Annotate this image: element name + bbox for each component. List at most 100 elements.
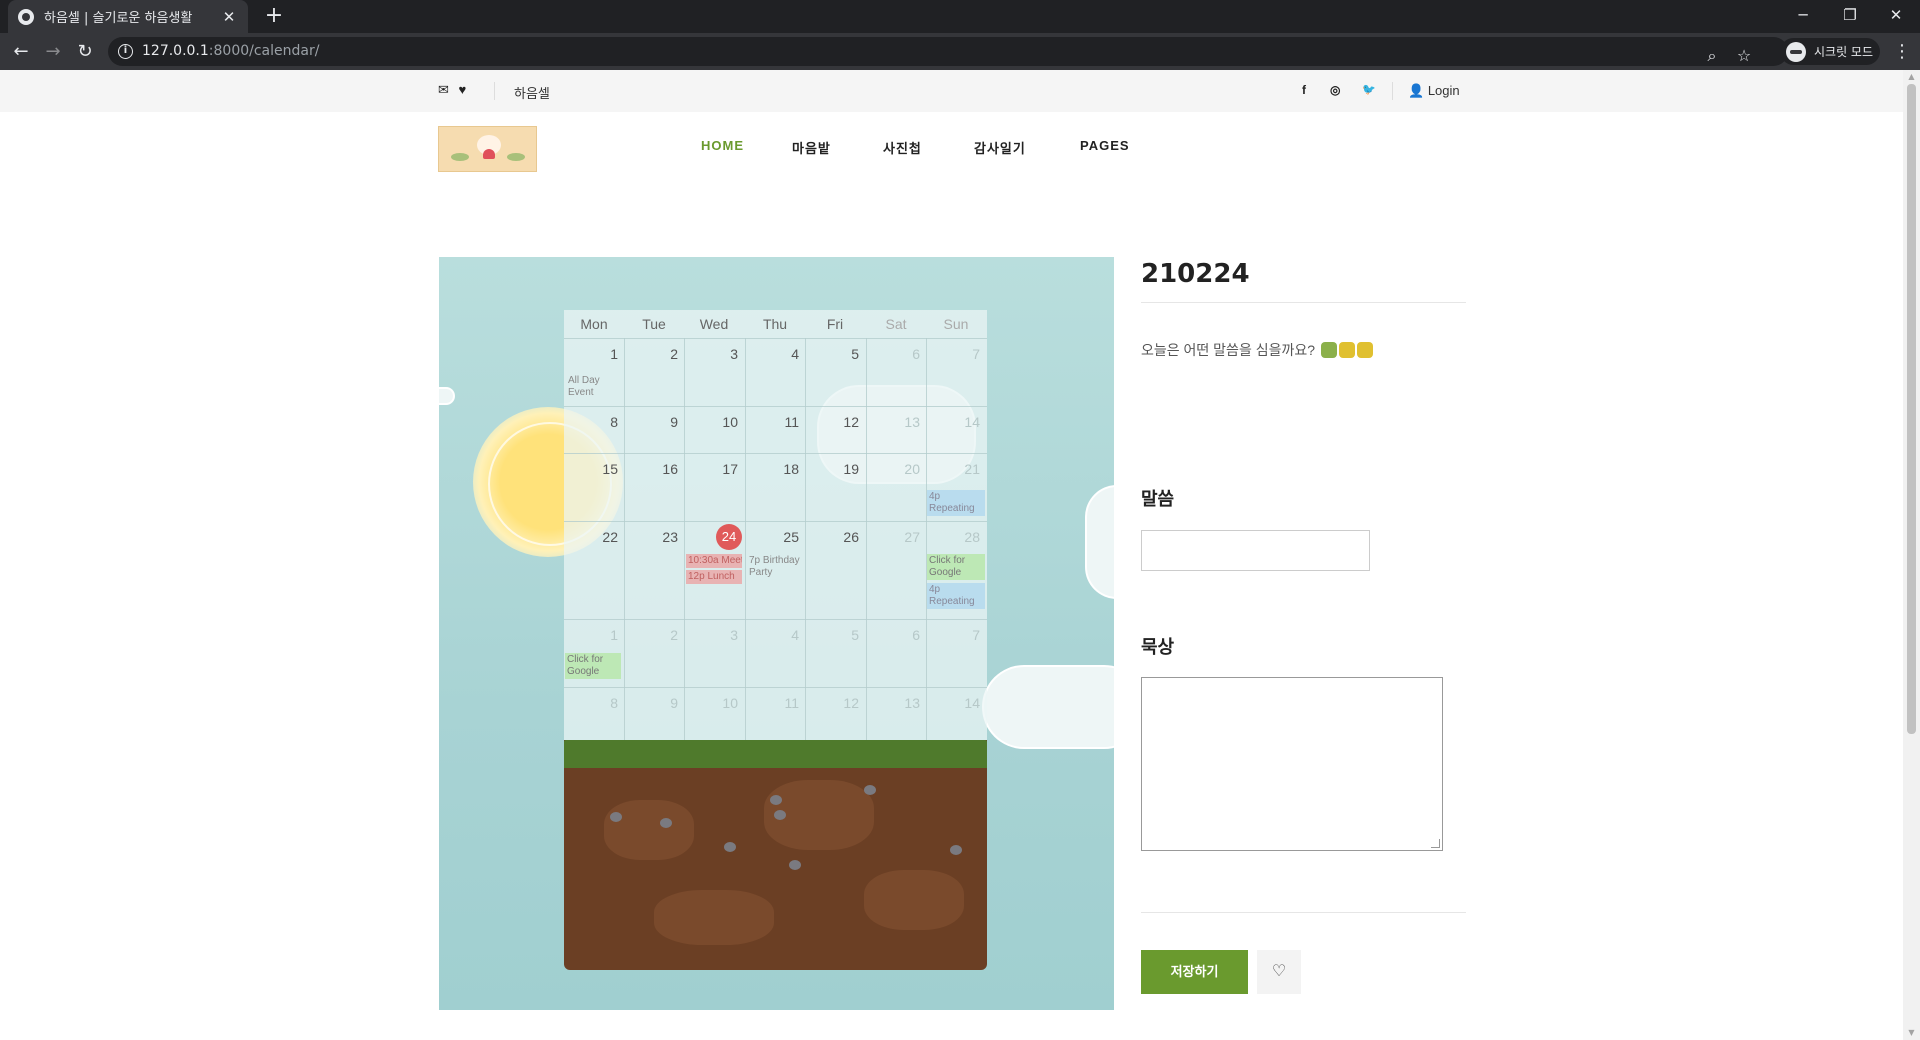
- page-scrollbar[interactable]: ▲ ▼: [1903, 70, 1920, 1040]
- calendar-day[interactable]: 22: [564, 529, 624, 545]
- reload-icon[interactable]: ↻: [72, 39, 98, 65]
- calendar-day[interactable]: 28: [926, 529, 986, 545]
- calendar-day[interactable]: 15: [564, 461, 624, 477]
- calendar-day[interactable]: 19: [805, 461, 865, 477]
- window-close-button[interactable]: ✕: [1873, 0, 1919, 33]
- calendar-day[interactable]: 1: [564, 627, 624, 643]
- calendar-day[interactable]: 12: [805, 414, 865, 430]
- heart-icon[interactable]: ♥: [459, 82, 467, 97]
- calendar-day[interactable]: 5: [805, 346, 865, 362]
- calendar-day[interactable]: 4: [745, 627, 805, 643]
- calendar-day[interactable]: 26: [805, 529, 865, 545]
- calendar-day[interactable]: 10: [684, 414, 744, 430]
- calendar-event[interactable]: Click for Google: [565, 653, 621, 679]
- verse-input[interactable]: [1141, 530, 1370, 571]
- calendar-day[interactable]: 7: [926, 627, 986, 643]
- calendar-day[interactable]: 27: [866, 529, 926, 545]
- calendar-day[interactable]: 3: [684, 346, 744, 362]
- address-bar[interactable]: i 127.0.0.1:8000/calendar/ ⌕ ☆: [108, 37, 1788, 66]
- topbar-contact-icons: ✉ ♥: [438, 82, 466, 98]
- scroll-down-icon[interactable]: ▼: [1907, 1028, 1916, 1037]
- calendar-day[interactable]: 14: [926, 695, 986, 711]
- instagram-icon[interactable]: ◎: [1330, 83, 1340, 97]
- meditation-textarea[interactable]: [1141, 677, 1443, 851]
- calendar-day[interactable]: 20: [866, 461, 926, 477]
- nav-gratitude-diary[interactable]: 감사일기: [974, 138, 1026, 157]
- mail-icon[interactable]: ✉: [438, 82, 449, 97]
- calendar-day[interactable]: 2: [624, 346, 684, 362]
- farmer-emoji-icon: [1338, 342, 1355, 358]
- calendar-event[interactable]: 10:30a Meeting: [686, 554, 742, 568]
- scroll-up-icon[interactable]: ▲: [1907, 72, 1916, 81]
- rock-graphic: [864, 785, 876, 795]
- calendar-day[interactable]: 4: [745, 346, 805, 362]
- browser-tab[interactable]: 하음셀 | 슬기로운 하음생활 ✕: [8, 0, 248, 33]
- calendar-grid: Mon Tue Wed Thu Fri Sat Sun 1 2 3 4 5 6 …: [564, 310, 987, 740]
- restore-button[interactable]: ❐: [1827, 0, 1873, 33]
- post-title: 210224: [1141, 259, 1250, 289]
- calendar-day[interactable]: 9: [624, 695, 684, 711]
- calendar-day[interactable]: 9: [624, 414, 684, 430]
- meditation-label: 묵상: [1141, 637, 1175, 657]
- calendar-day[interactable]: 12: [805, 695, 865, 711]
- calendar-event[interactable]: All Day Event: [566, 374, 622, 400]
- cloud-graphic: [439, 389, 453, 403]
- nav-photos[interactable]: 사진첩: [883, 138, 922, 157]
- calendar-day[interactable]: 23: [624, 529, 684, 545]
- nav-pages[interactable]: PAGES: [1080, 138, 1130, 153]
- calendar-day[interactable]: 2: [624, 627, 684, 643]
- login-link[interactable]: 👤 Login: [1408, 83, 1460, 99]
- calendar-event[interactable]: Click for Google: [927, 554, 985, 580]
- post-text: 오늘은 어떤 말씀을 심을까요?: [1141, 340, 1373, 360]
- calendar-day[interactable]: 8: [564, 695, 624, 711]
- nav-maeumbat[interactable]: 마음밭: [792, 138, 831, 157]
- forward-arrow-icon[interactable]: →: [40, 39, 66, 65]
- calendar-day[interactable]: 25: [745, 529, 805, 545]
- minimize-button[interactable]: ─: [1780, 0, 1826, 33]
- calendar-day[interactable]: 8: [564, 414, 624, 430]
- rock-graphic: [789, 860, 801, 870]
- scrollbar-thumb[interactable]: [1907, 84, 1916, 734]
- facebook-icon[interactable]: f: [1302, 83, 1306, 97]
- calendar-day[interactable]: 18: [745, 461, 805, 477]
- calendar-day[interactable]: 13: [866, 414, 926, 430]
- tab-close-icon[interactable]: ✕: [220, 8, 238, 26]
- incognito-badge[interactable]: 시크릿 모드: [1780, 38, 1880, 65]
- bookmark-star-icon[interactable]: ☆: [1732, 41, 1756, 70]
- calendar-day[interactable]: 14: [926, 414, 986, 430]
- zoom-icon[interactable]: ⌕: [1700, 41, 1724, 70]
- grid-line: [564, 453, 987, 454]
- site-info-icon[interactable]: i: [118, 44, 133, 59]
- calendar-day[interactable]: 16: [624, 461, 684, 477]
- soil-texture: [604, 800, 694, 860]
- calendar-day[interactable]: 1: [564, 346, 624, 362]
- calendar-day[interactable]: 5: [805, 627, 865, 643]
- calendar-day[interactable]: 11: [745, 414, 805, 430]
- calendar-event[interactable]: 4p Repeating Event: [927, 490, 985, 516]
- topbar-brand[interactable]: 하음셀: [514, 83, 550, 102]
- site-logo[interactable]: [438, 126, 537, 172]
- back-arrow-icon[interactable]: ←: [8, 39, 34, 65]
- calendar-day[interactable]: 6: [866, 346, 926, 362]
- calendar-day[interactable]: 7: [926, 346, 986, 362]
- browser-menu-icon[interactable]: ⋮: [1892, 39, 1912, 65]
- calendar-event[interactable]: 12p Lunch: [686, 570, 742, 584]
- like-button[interactable]: ♡: [1257, 950, 1301, 994]
- calendar-day[interactable]: 17: [684, 461, 744, 477]
- calendar-event[interactable]: 7p Birthday Party: [747, 554, 805, 580]
- calendar-day[interactable]: 11: [745, 695, 805, 711]
- calendar-day[interactable]: 10: [684, 695, 744, 711]
- calendar-day[interactable]: 3: [684, 627, 744, 643]
- today-marker[interactable]: 24: [716, 524, 742, 550]
- calendar-day[interactable]: 13: [866, 695, 926, 711]
- new-tab-button[interactable]: +: [262, 4, 286, 28]
- save-button[interactable]: 저장하기: [1141, 950, 1248, 994]
- calendar-day[interactable]: 21: [926, 461, 986, 477]
- weekday-header: Wed: [699, 316, 729, 332]
- rock-graphic: [770, 795, 782, 805]
- rock-graphic: [774, 810, 786, 820]
- nav-home[interactable]: HOME: [701, 138, 744, 153]
- calendar-event[interactable]: 4p Repeating Event: [927, 583, 985, 609]
- twitter-icon[interactable]: 🐦: [1362, 83, 1376, 96]
- calendar-day[interactable]: 6: [866, 627, 926, 643]
